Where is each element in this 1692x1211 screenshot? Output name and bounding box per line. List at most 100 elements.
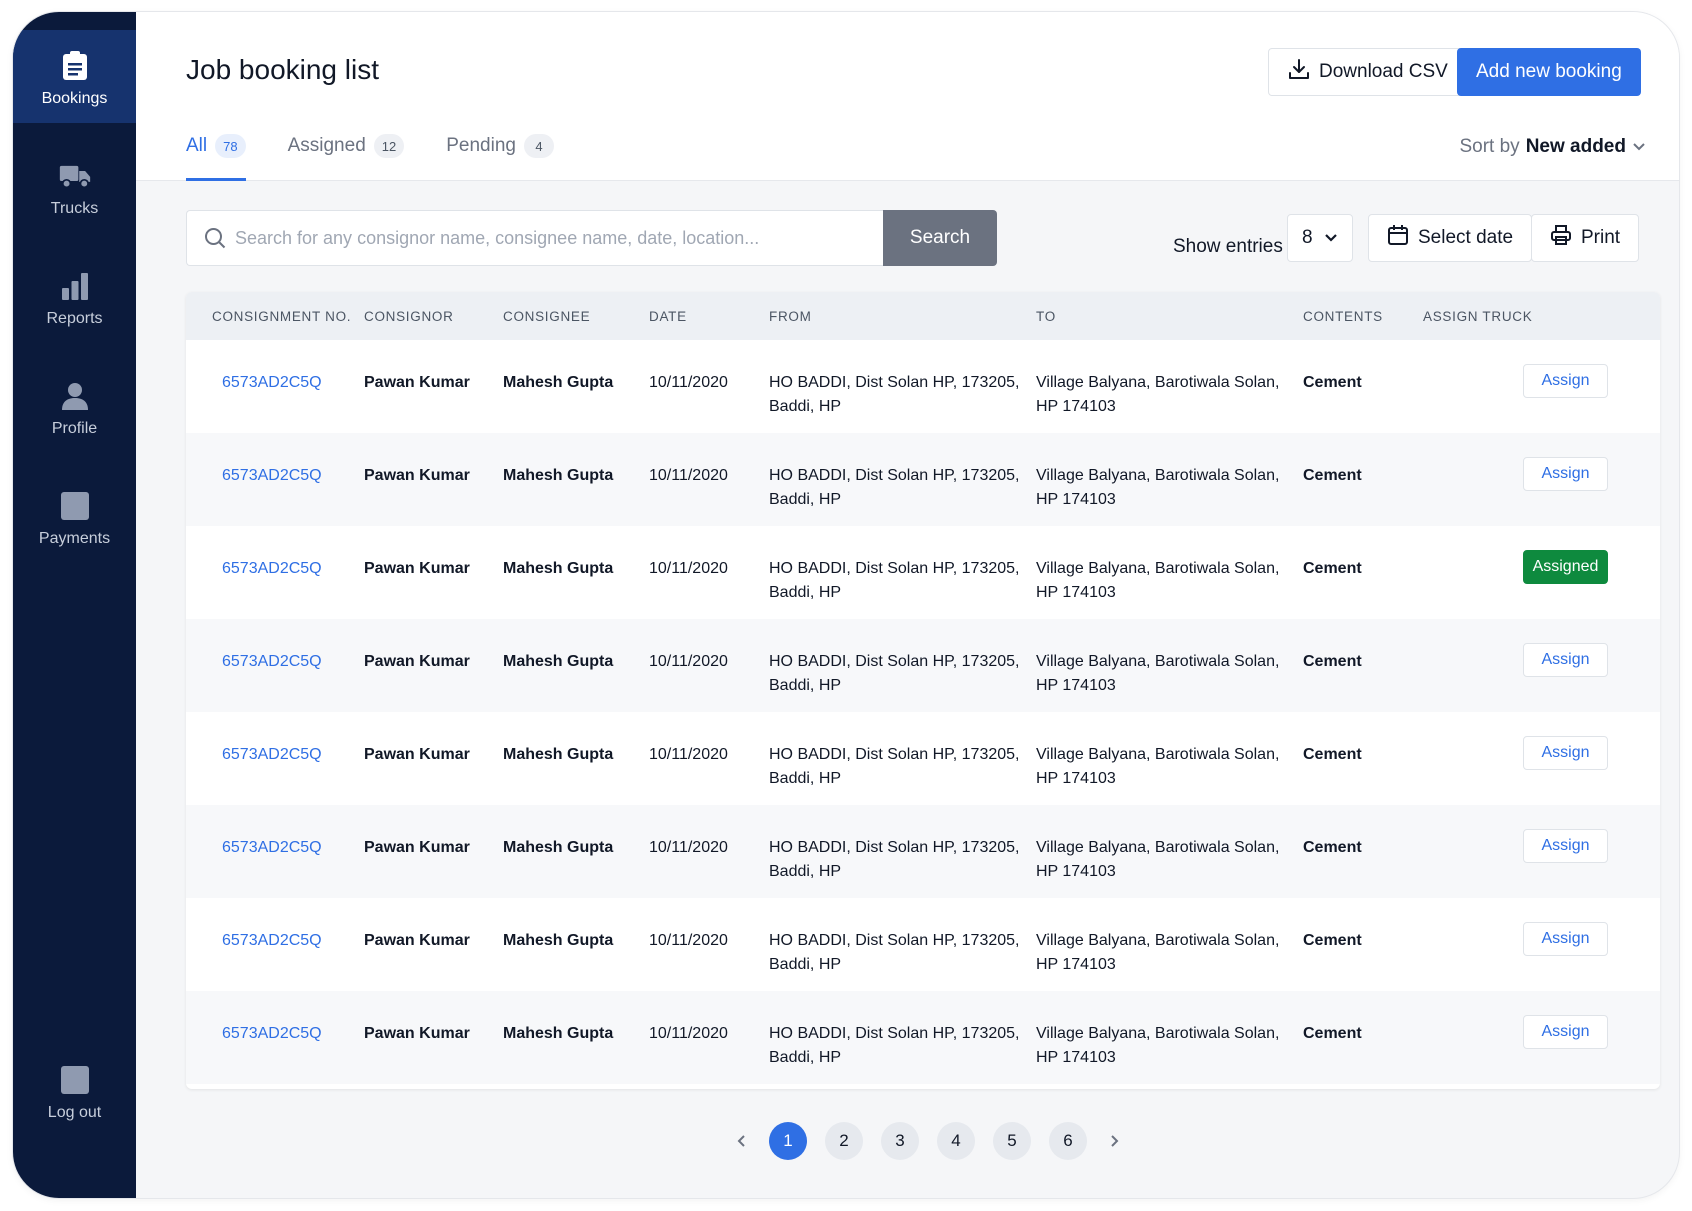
to-cell: Village Balyana, Barotiwala Solan, HP 174… [1036,650,1279,698]
app-window: Bookings Trucks Reports Profile Payments [13,12,1679,1198]
add-new-booking-button[interactable]: Add new booking [1457,48,1641,96]
consignment-link[interactable]: 6573AD2C5Q [222,929,322,953]
date-cell: 10/11/2020 [649,746,728,763]
assign-button[interactable]: Assign [1523,457,1608,491]
to-line: Village Balyana, Barotiwala Solan, [1036,374,1280,391]
date-cell: 10/11/2020 [649,1025,728,1042]
page-button-6[interactable]: 6 [1049,1122,1087,1160]
select-date-button[interactable]: Select date [1368,214,1533,262]
to-cell: Village Balyana, Barotiwala Solan, HP 174… [1036,557,1279,605]
tab-bar: All 78 Assigned 12 Pending 4 [186,127,554,181]
print-label: Print [1581,227,1621,248]
from-line: HO BADDI, Dist Solan HP, 173205, [769,560,1020,577]
search-button[interactable]: Search [883,210,997,266]
from-line: Baddi, HP [769,398,842,415]
download-csv-button[interactable]: Download CSV [1268,48,1467,96]
to-cell: Village Balyana, Barotiwala Solan, HP 174… [1036,743,1279,791]
page-button-4[interactable]: 4 [937,1122,975,1160]
column-header: CONTENTS [1303,309,1383,324]
consignment-link[interactable]: 6573AD2C5Q [222,743,322,767]
print-button[interactable]: Print [1531,214,1640,262]
column-header: ASSIGN TRUCK [1423,309,1533,324]
to-line: HP 174103 [1036,1049,1116,1066]
tab-pending[interactable]: Pending 4 [446,127,554,181]
consignment-link[interactable]: 6573AD2C5Q [222,1022,322,1046]
sidebar-item-payments[interactable]: Payments [13,470,136,563]
assign-button[interactable]: Assign [1523,922,1608,956]
assign-button[interactable]: Assign [1523,829,1608,863]
table-row: 6573AD2C5Q Pawan Kumar Mahesh Gupta 10/1… [186,433,1660,526]
consignee-cell: Mahesh Gupta [503,932,614,949]
consignee-cell: Mahesh Gupta [503,746,614,763]
sort-dropdown[interactable]: Sort by New added [1459,136,1646,158]
contents-cell: Cement [1303,374,1362,391]
from-line: HO BADDI, Dist Solan HP, 173205, [769,467,1020,484]
from-cell: HO BADDI, Dist Solan HP, 173205, Baddi, H… [769,836,1020,884]
from-cell: HO BADDI, Dist Solan HP, 173205, Baddi, H… [769,371,1020,419]
bookings-table: CONSIGNMENT NO. CONSIGNOR CONSIGNEE DATE… [186,292,1660,1089]
from-line: Baddi, HP [769,956,842,973]
consignor-cell: Pawan Kumar [364,839,470,856]
to-line: HP 174103 [1036,398,1116,415]
date-cell: 10/11/2020 [649,932,728,949]
pagination: 1 2 3 4 5 6 [731,1122,1125,1160]
from-line: HO BADDI, Dist Solan HP, 173205, [769,1025,1020,1042]
tab-count-badge: 12 [373,134,405,158]
from-cell: HO BADDI, Dist Solan HP, 173205, Baddi, H… [769,464,1020,512]
page-button-2[interactable]: 2 [825,1122,863,1160]
logout-icon [59,1064,91,1096]
consignment-link[interactable]: 6573AD2C5Q [222,371,322,395]
assign-button[interactable]: Assign [1523,736,1608,770]
tab-assigned[interactable]: Assigned 12 [288,127,405,181]
page-title: Job booking list [186,54,380,85]
tab-all[interactable]: All 78 [186,127,246,181]
from-line: Baddi, HP [769,863,842,880]
table-row: 6573AD2C5Q Pawan Kumar Mahesh Gupta 10/1… [186,898,1660,991]
to-line: HP 174103 [1036,770,1116,787]
page-button-3[interactable]: 3 [881,1122,919,1160]
assign-button[interactable]: Assign [1523,643,1608,677]
next-page-button[interactable] [1105,1123,1125,1159]
to-cell: Village Balyana, Barotiwala Solan, HP 174… [1036,1022,1279,1070]
consignee-cell: Mahesh Gupta [503,374,614,391]
sidebar: Bookings Trucks Reports Profile Payments [13,12,136,1198]
sidebar-item-label: Profile [51,420,98,437]
column-header: TO [1036,309,1056,324]
from-line: Baddi, HP [769,1049,842,1066]
sidebar-item-profile[interactable]: Profile [13,360,136,453]
to-cell: Village Balyana, Barotiwala Solan, HP 174… [1036,929,1279,977]
sidebar-item-trucks[interactable]: Trucks [13,140,136,233]
entries-select[interactable]: 8 [1287,214,1353,262]
page-button-5[interactable]: 5 [993,1122,1031,1160]
to-line: Village Balyana, Barotiwala Solan, [1036,1025,1280,1042]
consignment-link[interactable]: 6573AD2C5Q [222,836,322,860]
sidebar-item-bookings[interactable]: Bookings [13,30,136,123]
from-cell: HO BADDI, Dist Solan HP, 173205, Baddi, H… [769,743,1020,791]
consignment-link[interactable]: 6573AD2C5Q [222,650,322,674]
consignor-cell: Pawan Kumar [364,653,470,670]
consignment-link[interactable]: 6573AD2C5Q [222,464,322,488]
tab-count-badge: 4 [523,134,554,158]
date-cell: 10/11/2020 [649,467,728,484]
from-line: Baddi, HP [769,584,842,601]
contents-cell: Cement [1303,839,1362,856]
chevron-down-icon [1324,227,1338,249]
search-input[interactable] [235,227,855,249]
main-content: Job booking list Download CSV Add new bo… [136,12,1679,1198]
page-button-1[interactable]: 1 [769,1122,807,1160]
printer-icon [1550,224,1572,252]
sidebar-item-label: Trucks [50,200,99,217]
from-line: HO BADDI, Dist Solan HP, 173205, [769,932,1020,949]
download-csv-label: Download CSV [1319,61,1448,82]
contents-cell: Cement [1303,467,1362,484]
sidebar-item-reports[interactable]: Reports [13,250,136,343]
assign-button[interactable]: Assign [1523,1015,1608,1049]
prev-page-button[interactable] [731,1123,751,1159]
consignment-link[interactable]: 6573AD2C5Q [222,557,322,581]
from-line: HO BADDI, Dist Solan HP, 173205, [769,746,1020,763]
assigned-status-badge: Assigned [1523,550,1608,584]
logout-button[interactable]: Log out [13,1044,136,1137]
assign-button[interactable]: Assign [1523,364,1608,398]
to-line: Village Balyana, Barotiwala Solan, [1036,560,1280,577]
page-header: Job booking list Download CSV Add new bo… [136,12,1679,181]
